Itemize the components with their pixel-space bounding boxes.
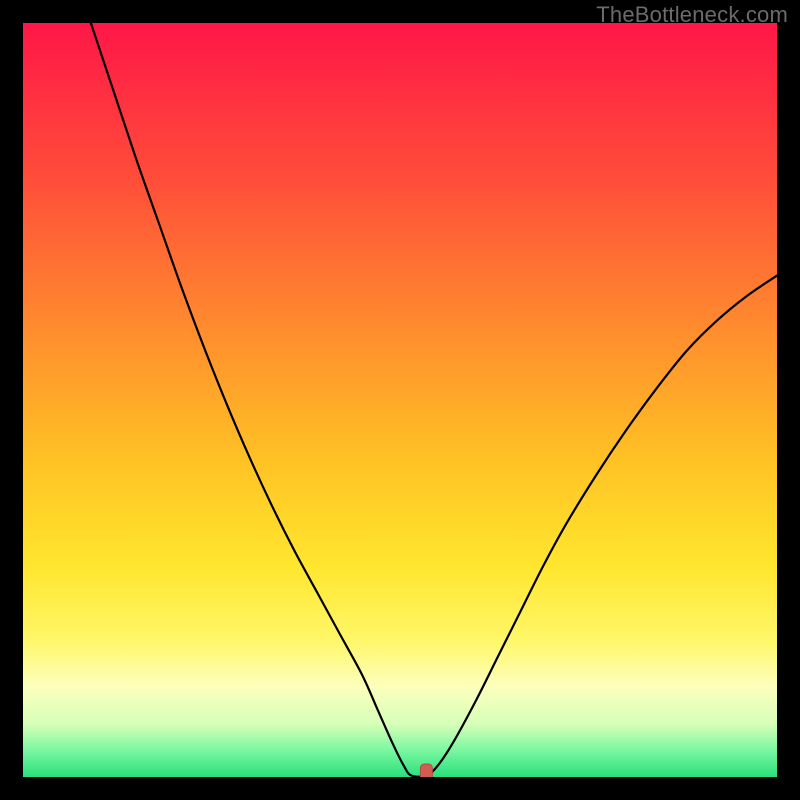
plot-area	[23, 23, 777, 777]
chart-svg	[23, 23, 777, 777]
min-marker	[420, 764, 432, 777]
chart-frame: TheBottleneck.com	[0, 0, 800, 800]
gradient-background	[23, 23, 777, 777]
watermark-text: TheBottleneck.com	[596, 2, 788, 28]
